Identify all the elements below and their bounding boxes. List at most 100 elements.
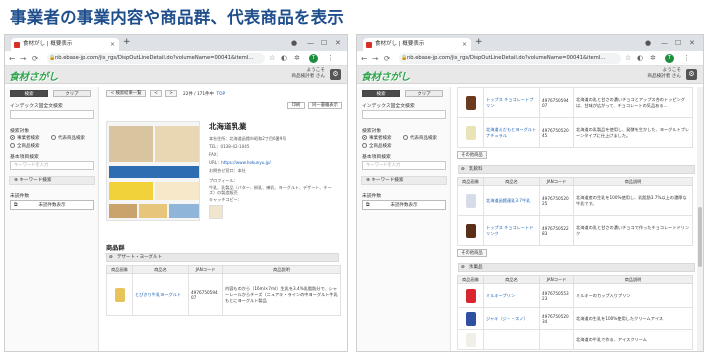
maximize-icon[interactable]: ☐ [321, 38, 327, 48]
back-to-results-button[interactable]: < 検索結果一覧 [106, 90, 146, 97]
browser-tab[interactable]: 食材がし | 概要表示 × [363, 38, 471, 51]
new-tab-icon[interactable]: + [475, 37, 483, 47]
minimize-icon[interactable]: — [661, 38, 668, 48]
product-name[interactable]: 北海道函館連乳3.7牛乳 [483, 185, 540, 216]
bookmark-star-icon[interactable]: ☆ [625, 53, 631, 64]
product-photo [109, 182, 153, 200]
product-name[interactable]: ミルキープリン [483, 283, 540, 308]
frozen-table: 商品画像 商品名 JANコード 商品説明 ミルキープリン 4976750553 … [457, 275, 693, 350]
radio-all[interactable]: 全商品検索 [362, 143, 392, 149]
radio-business[interactable]: 事業者検索 [10, 135, 40, 141]
radio-rep[interactable]: 代表商品検索 [51, 135, 85, 141]
url-field[interactable]: 🔒 nb.ebase-jp.com/jis_rgs/DispOutLineDet… [47, 53, 265, 64]
index-search-input[interactable] [10, 110, 94, 119]
scrollbar[interactable] [697, 87, 703, 351]
tab-bar: 食材がし | 概要表示 × + ● — ☐ ✕ [5, 35, 347, 51]
maximize-icon[interactable]: ☐ [675, 38, 681, 48]
product-photo [169, 204, 199, 218]
minimize-icon[interactable]: — [307, 38, 314, 48]
product-image [114, 287, 125, 302]
bookmark-star-icon[interactable]: ☆ [269, 53, 275, 64]
keyword-search-bar[interactable]: ⊕ キーワード検索 [361, 176, 447, 185]
products-table: 商品画像 商品名 JANコード 商品説明 とびきり牛乳ヨーグルト 4976750… [106, 265, 341, 316]
site-header: 食材さがし ようこそ 商品検討者 さん ⚙ [357, 66, 703, 84]
category-bar-dessert[interactable]: ⊖ デザート・ヨーグルト [106, 253, 339, 262]
close-tab-icon[interactable]: × [462, 38, 467, 51]
index-search-input[interactable] [362, 110, 446, 119]
page-heading: 事業者の事業内容や商品群、代表商品を表示 [10, 8, 344, 27]
product-name[interactable] [483, 329, 540, 350]
back-icon[interactable]: ← [9, 53, 15, 64]
search-target-label: 検索対象 [362, 129, 382, 134]
extension-icon[interactable]: ◐ [281, 53, 287, 64]
record-icon[interactable]: ● [291, 38, 297, 48]
more-products-button[interactable]: その他商品 [457, 249, 487, 257]
menu-icon[interactable]: ⋮ [683, 53, 690, 64]
thumbnail[interactable] [209, 205, 223, 219]
keyword-input[interactable]: キーワードを入力 [10, 161, 94, 170]
product-name[interactable]: とびきり牛乳ヨーグルト [132, 273, 189, 316]
product-banner [109, 166, 199, 178]
table-row[interactable]: ミルキープリン 4976750553 23 ミルキーのカップ入りプリン [457, 283, 693, 308]
table-row[interactable]: 北海道函館連乳3.7牛乳 4976750520 25 北海道産の生乳を100%使… [457, 185, 693, 216]
site-logo[interactable]: 食材さがし [361, 68, 410, 83]
clear-button[interactable]: クリア [53, 90, 91, 97]
url-text: nb.ebase-jp.com/jis_rgs/DispOutLineDetai… [407, 55, 606, 61]
close-tab-icon[interactable]: × [110, 38, 115, 51]
more-products-button[interactable]: その他商品 [457, 151, 487, 159]
company-contact: お問合せ窓口：本社 [209, 168, 246, 173]
unread-button[interactable]: ⧉ 未読件数表示 [362, 200, 446, 210]
search-button[interactable]: 検索 [362, 90, 400, 97]
radio-rep[interactable]: 代表商品検索 [403, 135, 437, 141]
puzzle-icon[interactable]: ✲ [294, 53, 300, 64]
prev-button[interactable]: < [150, 90, 162, 97]
reload-icon[interactable]: ⟳ [32, 53, 38, 64]
keyword-input[interactable]: キーワードを入力 [362, 161, 446, 170]
table-row[interactable]: とびきり牛乳ヨーグルト 4976750594 07 内容ものから（16ml×7m… [106, 273, 341, 316]
detail-main-scrolled: トップス チョコレートプリン 4976750594 07 北海道の乳と甘さの濃い… [453, 87, 703, 351]
top-link[interactable]: TOP [216, 92, 225, 97]
extension-icon[interactable]: ◐ [637, 53, 643, 64]
close-window-icon[interactable]: ✕ [335, 38, 341, 48]
table-header-row: 商品画像 商品名 JANコード 商品説明 [457, 275, 693, 284]
settings-gear-icon[interactable]: ⚙ [686, 69, 697, 80]
table-row[interactable]: ジャキ（ジ・・スノ） 4976750520 34 北海道の生乳を100%使用した… [457, 307, 693, 330]
category-bar-frozen[interactable]: ⊖ 氷菓品 [458, 263, 695, 272]
table-row[interactable]: トップス チョコレートドリンク 4976750522 83 北海道の乳と甘さの濃… [457, 215, 693, 246]
category-bar-milk[interactable]: ⊖ 乳飲料 [458, 165, 695, 174]
search-button[interactable]: 検索 [10, 90, 48, 97]
record-icon[interactable]: ● [645, 38, 651, 48]
keyword-search-bar[interactable]: ⊕ キーワード検索 [9, 176, 95, 185]
scrollbar-thumb[interactable] [698, 207, 702, 267]
table-row[interactable]: トップス チョコレートプリン 4976750594 07 北海道の乳と甘さの濃い… [457, 87, 693, 118]
forward-icon[interactable]: → [372, 53, 378, 64]
user-greeting: ようこそ 商品検討者 さん [647, 68, 681, 79]
product-name[interactable]: 北海道えだもとヨーグルト ナチュラル [483, 117, 540, 148]
print-button[interactable]: 印刷 [287, 102, 305, 109]
compare-button[interactable]: 同一書籍表示 [308, 102, 342, 109]
table-row[interactable]: 北海道えだもとヨーグルト ナチュラル 4976750520 45 北海道の乳製品… [457, 117, 693, 148]
back-icon[interactable]: ← [361, 53, 367, 64]
forward-icon[interactable]: → [20, 53, 26, 64]
radio-all[interactable]: 全商品検索 [10, 143, 40, 149]
close-window-icon[interactable]: ✕ [689, 38, 695, 48]
menu-icon[interactable]: ⋮ [327, 53, 334, 64]
product-name[interactable]: トップス チョコレートプリン [483, 87, 540, 118]
settings-gear-icon[interactable]: ⚙ [330, 69, 341, 80]
radio-business[interactable]: 事業者検索 [362, 135, 392, 141]
new-tab-icon[interactable]: + [123, 37, 131, 47]
profile-avatar[interactable]: T [309, 54, 318, 63]
clear-button[interactable]: クリア [405, 90, 443, 97]
puzzle-icon[interactable]: ✲ [650, 53, 656, 64]
next-button[interactable]: > [165, 90, 177, 97]
company-url-link[interactable]: https://www.hokunyu.jp/ [221, 160, 271, 165]
reload-icon[interactable]: ⟳ [384, 53, 390, 64]
browser-tab[interactable]: 食材がし | 概要表示 × [11, 38, 119, 51]
product-name[interactable]: トップス チョコレートドリンク [483, 215, 540, 246]
product-name[interactable]: ジャキ（ジ・・スノ） [483, 307, 540, 330]
site-logo[interactable]: 食材さがし [9, 68, 58, 83]
unread-button[interactable]: ⧉ 未読件数表示 [10, 200, 94, 210]
url-field[interactable]: 🔒 nb.ebase-jp.com/jis_rgs/DispOutLineDet… [399, 53, 621, 64]
table-row[interactable]: 北海道の牛乳で作る、アイスクリーム [457, 329, 693, 350]
profile-avatar[interactable]: T [665, 54, 674, 63]
